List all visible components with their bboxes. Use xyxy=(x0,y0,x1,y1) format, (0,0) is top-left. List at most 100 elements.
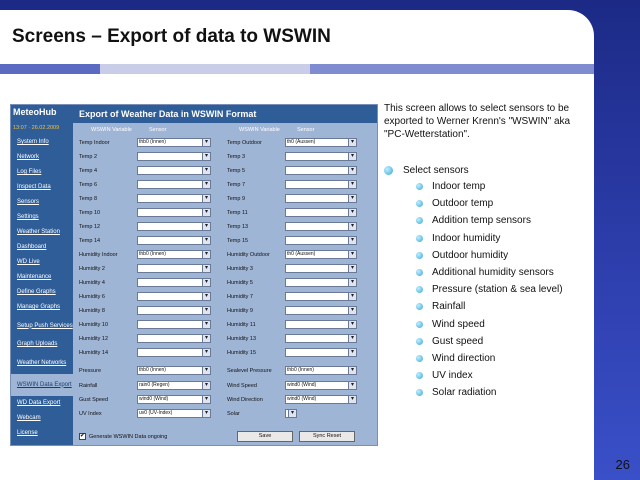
sensor-select[interactable] xyxy=(285,222,357,231)
sensor-select[interactable]: thb0 (Innen) xyxy=(137,366,211,375)
sidebar-item[interactable]: Graph Uploads xyxy=(11,337,73,352)
wswin-variable-label: Temp 9 xyxy=(227,196,246,202)
sensor-select[interactable] xyxy=(285,409,297,418)
sensor-select[interactable] xyxy=(137,236,211,245)
sub-bullet-dot-icon xyxy=(416,200,423,208)
sub-bullet-item: Indoor humidity xyxy=(416,230,594,247)
wswin-variable-label: Humidity 11 xyxy=(227,322,256,328)
sidebar-item[interactable]: Network xyxy=(11,150,73,165)
sidebar-item[interactable]: Inspect Data xyxy=(11,180,73,195)
sub-bullet-item: Rainfall xyxy=(416,298,594,315)
slide-description: This screen allows to select sensors to … xyxy=(384,102,584,141)
sensor-select[interactable] xyxy=(285,334,357,343)
sidebar-item[interactable]: Define Graphs xyxy=(11,285,73,300)
sensor-select[interactable] xyxy=(285,152,357,161)
sensor-select[interactable]: th0 (Aussen) xyxy=(285,138,357,147)
sidebar-item[interactable]: Weather Station xyxy=(11,225,73,240)
wswin-variable-label: Temp Outdoor xyxy=(227,140,262,146)
sub-bullet-dot-icon xyxy=(416,269,423,277)
sync-reset-button[interactable]: Sync Reset xyxy=(299,431,355,442)
sensor-select[interactable]: uv0 (UV-Index) xyxy=(137,409,211,418)
wswin-variable-label: Humidity 14 xyxy=(79,350,109,356)
save-button[interactable]: Save xyxy=(237,431,293,442)
sensor-select[interactable] xyxy=(137,264,211,273)
sub-bullet-text: Gust speed xyxy=(432,335,484,347)
sidebar-item[interactable]: Setup Push Services xyxy=(11,315,73,337)
sub-bullet-text: Additional humidity sensors xyxy=(432,267,554,279)
sensor-select[interactable] xyxy=(137,222,211,231)
sensor-select[interactable]: thb0 (Innen) xyxy=(137,250,211,259)
sidebar-item[interactable]: Settings xyxy=(11,210,73,225)
sensor-select[interactable] xyxy=(137,348,211,357)
sidebar-item[interactable]: System Info xyxy=(11,135,73,150)
wswin-variable-label: Gust Speed xyxy=(79,397,109,403)
sensor-select[interactable] xyxy=(137,166,211,175)
sub-bullet-item: Outdoor temp xyxy=(416,195,594,212)
wswin-variable-label: Temp 6 xyxy=(79,182,98,188)
sensor-select[interactable]: wind0 (Wind) xyxy=(285,381,357,390)
sidebar-item[interactable]: WD Live xyxy=(11,255,73,270)
sensor-select[interactable] xyxy=(285,194,357,203)
sub-bullet-dot-icon xyxy=(416,337,423,345)
sensor-select[interactable]: thb0 (Innen) xyxy=(137,138,211,147)
column-header-sensor: Sensor xyxy=(149,127,167,133)
sensor-select[interactable] xyxy=(285,292,357,301)
sidebar-item[interactable]: License xyxy=(11,426,73,441)
sub-bullet-text: Rainfall xyxy=(432,301,466,313)
title-bar-segment xyxy=(310,64,594,74)
wswin-variable-label: Solar xyxy=(227,411,240,417)
sidebar-item[interactable]: Log Files xyxy=(11,165,73,180)
sub-bullet-dot-icon xyxy=(416,286,423,294)
sensor-select[interactable] xyxy=(137,194,211,203)
sensor-select[interactable] xyxy=(137,334,211,343)
sensor-mapping-row: UV Index uv0 (UV-Index) Solar xyxy=(77,408,375,422)
sensor-mapping-row: Temp 2 Temp 3 xyxy=(77,151,375,165)
sensor-select[interactable] xyxy=(137,152,211,161)
title-underline-bar xyxy=(0,64,594,74)
sidebar-item[interactable]: Weather Networks xyxy=(11,352,73,374)
sensor-select[interactable]: thb0 (Innen) xyxy=(285,366,357,375)
sidebar-item[interactable]: Manage Graphs xyxy=(11,300,73,315)
sub-bullet-text: Addition temp sensors xyxy=(432,215,531,227)
sensor-select[interactable] xyxy=(285,306,357,315)
sensor-select[interactable] xyxy=(137,278,211,287)
sidebar-item[interactable]: Webcam xyxy=(11,411,73,426)
sub-bullet-item: Pressure (station & sea level) xyxy=(416,281,594,298)
sensor-select[interactable] xyxy=(137,306,211,315)
sub-bullet-text: Wind direction xyxy=(432,352,496,364)
sidebar-item[interactable]: Dashboard xyxy=(11,240,73,255)
wswin-variable-label: UV Index xyxy=(79,411,102,417)
sub-bullet-text: Solar radiation xyxy=(432,387,497,399)
bullet-text: Select sensors xyxy=(403,164,469,176)
sensor-select[interactable]: rain0 (Regen) xyxy=(137,381,211,390)
sensor-select[interactable] xyxy=(285,278,357,287)
sensor-select[interactable] xyxy=(285,236,357,245)
sensor-select[interactable] xyxy=(137,320,211,329)
sensor-select[interactable] xyxy=(137,180,211,189)
sensor-select[interactable] xyxy=(137,292,211,301)
wswin-variable-label: Rainfall xyxy=(79,383,98,389)
sub-bullet-dot-icon xyxy=(416,251,423,259)
sidebar-item[interactable]: Maintenance xyxy=(11,270,73,285)
wswin-variable-label: Sealevel Pressure xyxy=(227,368,272,374)
sensor-select[interactable] xyxy=(285,264,357,273)
sidebar-item[interactable]: Sensors xyxy=(11,195,73,210)
wswin-variable-label: Humidity 3 xyxy=(227,266,253,272)
sensor-mapping-row: Temp 6 Temp 7 xyxy=(77,179,375,193)
sensor-select[interactable] xyxy=(285,348,357,357)
sensor-select[interactable] xyxy=(137,208,211,217)
sidebar-item[interactable]: WSWIN Data Export xyxy=(11,374,73,396)
sensor-mapping-row: Pressure thb0 (Innen) Sealevel Pressure thb… xyxy=(77,365,375,379)
title-bar-segment xyxy=(100,64,310,74)
wswin-variable-label: Temp 3 xyxy=(227,154,246,160)
sidebar-item[interactable]: WD Data Export xyxy=(11,396,73,411)
sensor-select[interactable]: wind0 (Wind) xyxy=(137,395,211,404)
sensor-select[interactable] xyxy=(285,208,357,217)
generate-ongoing-checkbox[interactable]: ✔ xyxy=(79,433,86,440)
sensor-select[interactable]: wind0 (Wind) xyxy=(285,395,357,404)
sensor-select[interactable] xyxy=(285,180,357,189)
wswin-variable-label: Humidity 15 xyxy=(227,350,257,356)
sensor-select[interactable] xyxy=(285,320,357,329)
sensor-select[interactable] xyxy=(285,166,357,175)
sensor-select[interactable]: th0 (Aussen) xyxy=(285,250,357,259)
